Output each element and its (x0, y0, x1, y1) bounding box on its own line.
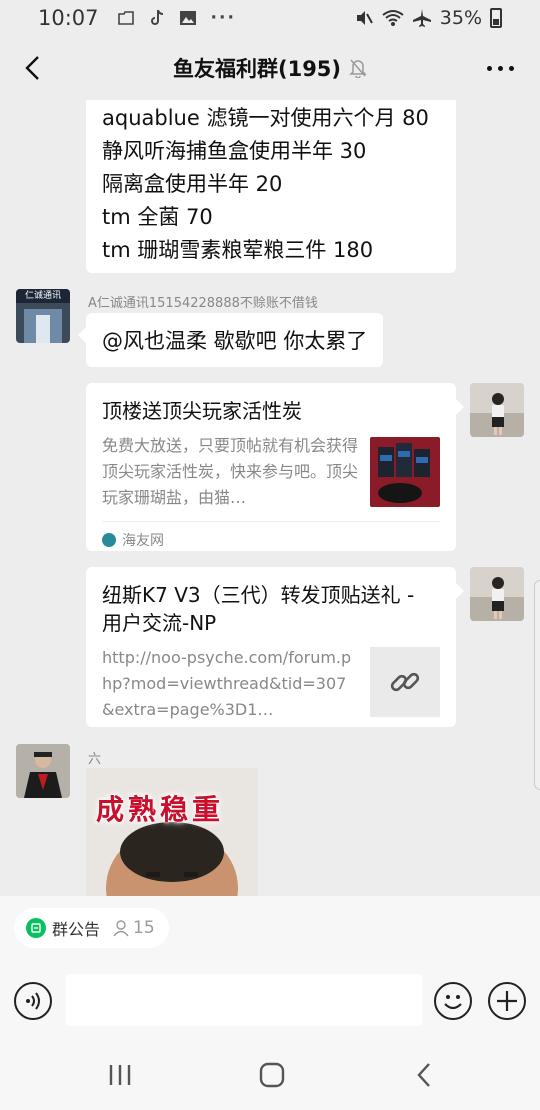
avatar-sign-text: 仁诚通讯 (16, 289, 70, 303)
message-bubble-list[interactable]: aquablue 滤镜一对使用六个月 80 静风听海捕鱼盒使用半年 30 隔离盒… (86, 100, 456, 273)
home-button[interactable] (252, 1058, 292, 1092)
avatar-door (36, 315, 50, 343)
input-bar (0, 960, 540, 1040)
sender-name: A仁诚通讯15154228888不赊账不借钱 (88, 296, 318, 311)
dot (486, 65, 492, 71)
product-jars-image (370, 437, 440, 507)
back-chevron-icon (417, 1063, 430, 1087)
status-time: 10:07 (38, 6, 99, 30)
card-title: 顶楼送顶尖玩家活性炭 (102, 399, 302, 423)
avatar-sender-renzheng[interactable]: 仁诚通讯 (16, 289, 70, 343)
list-line: tm 珊瑚雪素粮荤粮三件 180 (102, 238, 374, 262)
avatar-self-photo (470, 567, 524, 621)
status-notification-icons: ··· (117, 8, 236, 28)
chevron-left-icon (25, 56, 39, 80)
more-notifications-icon: ··· (210, 8, 236, 28)
message-image[interactable]: 成熟稳重 (86, 768, 258, 896)
gallery-notification-icon (179, 11, 196, 25)
bell-muted-icon (349, 59, 367, 78)
group-notice-button[interactable]: 群公告 15 (14, 908, 169, 948)
smiley-icon (444, 995, 462, 1010)
notice-label: 群公告 (52, 920, 101, 939)
battery-percent: 35% (439, 7, 482, 29)
avatar-sender-liu[interactable] (16, 744, 70, 798)
member-count: 15 (112, 918, 155, 938)
status-right: 35% (354, 7, 502, 29)
emoji-button[interactable] (434, 982, 472, 1020)
card-thumbnail (370, 437, 440, 507)
person-icon (113, 920, 129, 937)
chat-title-text: 鱼友福利群(195) (172, 57, 342, 81)
source-logo-icon (102, 533, 116, 547)
folder-notification-icon (117, 11, 134, 25)
system-navigation-bar (0, 1040, 540, 1110)
list-line: aquablue 滤镜一对使用六个月 80 (102, 106, 429, 130)
recent-apps-button[interactable] (100, 1058, 140, 1092)
card-body: 免费大放送，只要顶帖就有机会获得顶尖玩家活性炭，快来参与吧。顶尖玩家珊瑚盐，由猫… (102, 433, 440, 511)
scrollbar[interactable] (534, 580, 540, 790)
voice-icon (26, 992, 40, 1010)
avatar-self[interactable] (470, 383, 524, 437)
home-icon (259, 1062, 285, 1088)
avatar-self-photo (470, 383, 524, 437)
message-bubble-text[interactable]: @风也温柔 歇歇吧 你太累了 (77, 313, 384, 367)
more-functions-button[interactable] (488, 982, 526, 1020)
more-options-button[interactable] (480, 52, 520, 84)
group-notice-bar: 群公告 15 (0, 896, 540, 960)
card-title: 纽斯K7 V3（三代）转发顶贴送礼 - 用户交流-NP (102, 583, 415, 635)
wifi-icon (382, 10, 404, 26)
link-icon (390, 672, 420, 692)
list-line: tm 全菌 70 (102, 205, 213, 229)
member-count-value: 15 (133, 918, 155, 938)
dot (497, 65, 503, 71)
message-card-share[interactable]: 顶楼送顶尖玩家活性炭 免费大放送，只要顶帖就有机会获得顶尖玩家活性炭，快来参与吧… (86, 383, 464, 551)
sender-name: 六 (88, 752, 102, 767)
mute-status-icon (356, 11, 373, 25)
card-description: 免费大放送，只要顶帖就有机会获得顶尖玩家活性炭，快来参与吧。顶尖玩家珊瑚盐，由猫… (102, 436, 358, 507)
voice-input-button[interactable] (14, 982, 52, 1020)
battery-icon (490, 8, 502, 28)
status-bar: 10:07 ··· 35% (0, 0, 540, 36)
back-button[interactable] (14, 50, 50, 86)
message-input[interactable] (66, 974, 422, 1026)
avatar-liu-photo (16, 744, 70, 798)
list-line: 静风听海捕鱼盒使用半年 30 (102, 139, 367, 163)
message-text: @风也温柔 歇歇吧 你太累了 (102, 329, 368, 353)
plus-icon (497, 991, 517, 1011)
card-source: 海友网 (102, 521, 440, 550)
card-source-name: 海友网 (122, 533, 164, 549)
list-line: 隔离盒使用半年 20 (102, 172, 283, 196)
avatar-self[interactable] (470, 567, 524, 621)
message-card-link[interactable]: 纽斯K7 V3（三代）转发顶贴送礼 - 用户交流-NP http://noo-p… (86, 567, 464, 727)
system-back-button[interactable] (404, 1058, 444, 1092)
chat-title: 鱼友福利群(195) (173, 53, 367, 83)
link-thumbnail (370, 647, 440, 717)
chat-header: 鱼友福利群(195) (0, 36, 540, 100)
dot (508, 65, 514, 71)
image-caption: 成熟稳重 (96, 793, 225, 826)
card-body: http://noo-psyche.com/forum.php?mod=view… (102, 645, 440, 723)
airplane-mode-icon (412, 9, 431, 27)
recent-apps-icon (109, 1065, 131, 1085)
tiktok-notification-icon (150, 9, 163, 25)
card-description: http://noo-psyche.com/forum.php?mod=view… (102, 648, 352, 719)
chat-message-list[interactable]: aquablue 滤镜一对使用六个月 80 静风听海捕鱼盒使用半年 30 隔离盒… (0, 100, 540, 896)
notice-icon (26, 918, 46, 938)
